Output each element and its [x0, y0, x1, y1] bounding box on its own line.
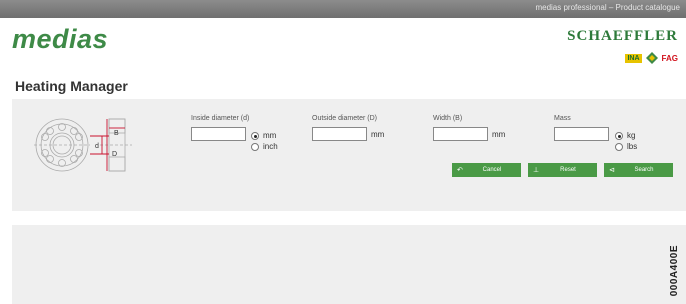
fag-logo: FAG	[661, 53, 678, 63]
search-arrow-icon: ⊲	[609, 167, 615, 174]
search-form-panel: B d D Inside diameter (d) mm inch Outsid…	[12, 99, 686, 211]
top-bar: medias professional – Product catalogue	[0, 0, 686, 18]
inside-diameter-input[interactable]	[191, 127, 246, 141]
unit-lbs-radio[interactable]	[615, 143, 623, 151]
width-unit: mm	[492, 130, 506, 139]
outside-diameter-input[interactable]	[312, 127, 367, 141]
cancel-button-label: Cancel	[482, 167, 502, 173]
results-panel: 000A400E	[12, 225, 686, 304]
mass-input[interactable]	[554, 127, 609, 141]
schaeffler-logo: SCHAEFFLER	[567, 28, 678, 44]
search-button[interactable]: ⊲ Search	[604, 163, 673, 177]
mass-label: Mass	[554, 115, 571, 122]
ina-logo: INA	[625, 53, 642, 63]
unit-kg-label: kg	[627, 131, 636, 140]
reset-button[interactable]: ⊥ Reset	[528, 163, 597, 177]
width-input[interactable]	[433, 127, 488, 141]
inside-diameter-label: Inside diameter (d)	[191, 115, 250, 122]
unit-mm-radio[interactable]	[251, 132, 259, 140]
width-b-label: B	[114, 130, 119, 137]
unit-lbs-label: lbs	[627, 142, 638, 151]
brand-diamond-icon	[645, 52, 658, 64]
unit-inch-radio[interactable]	[251, 143, 259, 151]
outer-d-label: D	[112, 151, 117, 158]
search-button-label: Search	[634, 167, 654, 173]
header: medias SCHAEFFLER INA FAG	[0, 18, 686, 74]
reset-button-label: Reset	[560, 167, 576, 173]
cancel-button[interactable]: ↶ Cancel	[452, 163, 521, 177]
bearing-dimension-diagram: B d D	[34, 118, 132, 172]
sub-brand-logos: INA FAG	[625, 51, 678, 65]
unit-inch-label: inch	[263, 142, 278, 151]
outside-diameter-label: Outside diameter (D)	[312, 115, 377, 122]
page-title: Heating Manager	[15, 78, 128, 94]
inner-d-label: d	[95, 143, 99, 150]
figure-code: 000A400E	[669, 244, 680, 296]
width-label: Width (B)	[433, 115, 463, 122]
reset-icon: ⊥	[533, 167, 540, 174]
unit-kg-radio[interactable]	[615, 132, 623, 140]
outside-diameter-unit: mm	[371, 130, 385, 139]
undo-icon: ↶	[457, 167, 463, 174]
medias-logo[interactable]: medias	[12, 24, 108, 55]
unit-mm-label: mm	[263, 131, 277, 140]
app-title: medias professional – Product catalogue	[535, 3, 680, 12]
